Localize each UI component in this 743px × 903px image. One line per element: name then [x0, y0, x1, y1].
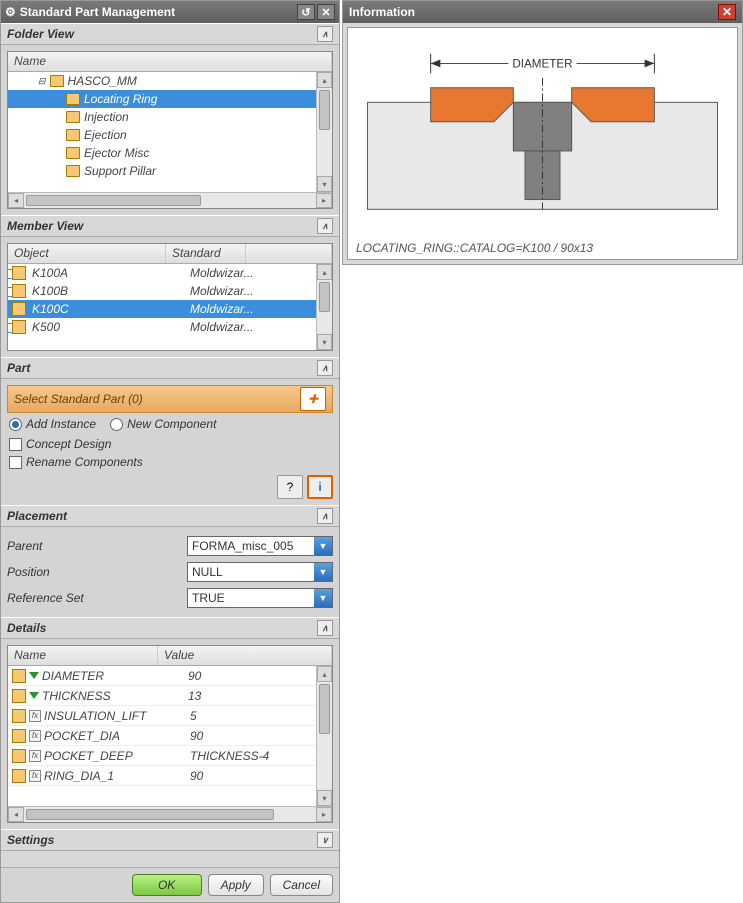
- triangle-down-icon: [29, 672, 39, 679]
- lock-icon: [12, 669, 26, 683]
- diagram-caption: LOCATING_RING::CATALOG=K100 / 90x13: [356, 241, 593, 255]
- detail-row[interactable]: DIAMETER90: [8, 666, 332, 686]
- apply-button[interactable]: Apply: [208, 874, 264, 896]
- cancel-button[interactable]: Cancel: [270, 874, 333, 896]
- details-vscroll[interactable]: ▴ ▾: [316, 666, 332, 806]
- expression-icon: fx: [29, 750, 41, 762]
- folder-icon: [66, 147, 80, 159]
- member-row[interactable]: K100AMoldwizar...: [8, 264, 332, 282]
- details-list[interactable]: DIAMETER90 THICKNESS13 fxINSULATION_LIFT…: [8, 666, 332, 806]
- close-button[interactable]: ✕: [317, 4, 335, 20]
- chevron-down-icon[interactable]: ∨: [317, 832, 333, 848]
- member-row[interactable]: K500Moldwizar...: [8, 318, 332, 336]
- select-standard-part[interactable]: Select Standard Part (0) ✚: [7, 385, 333, 413]
- standard-part-panel: ⚙ Standard Part Management ↺ ✕ Folder Vi…: [0, 0, 340, 903]
- information-panel: Information ✕ DIAMETER LOCATING_RING::CA…: [342, 0, 743, 265]
- chevron-down-icon: ▼: [314, 537, 332, 555]
- lock-icon: [12, 769, 26, 783]
- part-icon: [12, 302, 26, 316]
- detail-row[interactable]: fxPOCKET_DEEPTHICKNESS-4: [8, 746, 332, 766]
- titlebar: ⚙ Standard Part Management ↺ ✕: [1, 1, 339, 23]
- close-icon[interactable]: ✕: [718, 4, 736, 20]
- help-button[interactable]: ?: [277, 475, 303, 499]
- concept-design-check[interactable]: [9, 438, 22, 451]
- tree-vscroll[interactable]: ▴ ▾: [316, 72, 332, 192]
- member-grid-header: Object Standard: [8, 244, 332, 264]
- chevron-up-icon[interactable]: ∧: [317, 26, 333, 42]
- triangle-down-icon: [29, 692, 39, 699]
- part-icon: [12, 284, 26, 298]
- details-grid-header: Name Value: [8, 646, 332, 666]
- ok-button[interactable]: OK: [132, 874, 202, 896]
- member-vscroll[interactable]: ▴ ▾: [316, 264, 332, 350]
- part-icon: [12, 320, 26, 334]
- add-instance-radio[interactable]: [9, 418, 22, 431]
- part-diagram: DIAMETER: [348, 28, 737, 235]
- detail-row[interactable]: fxINSULATION_LIFT5: [8, 706, 332, 726]
- chevron-up-icon[interactable]: ∧: [317, 360, 333, 376]
- folder-icon: [50, 75, 64, 87]
- chevron-down-icon: ▼: [314, 563, 332, 581]
- part-header[interactable]: Part ∧: [1, 357, 339, 379]
- folder-view-header[interactable]: Folder View ∧: [1, 23, 339, 45]
- tree-node-root[interactable]: ⊟HASCO_MM: [8, 72, 332, 90]
- member-list[interactable]: K100AMoldwizar... K100BMoldwizar... K100…: [8, 264, 332, 350]
- details-header[interactable]: Details ∧: [1, 617, 339, 639]
- info-titlebar: Information ✕: [343, 1, 742, 23]
- member-row[interactable]: K100BMoldwizar...: [8, 282, 332, 300]
- tree-node-ejector-misc[interactable]: Ejector Misc: [8, 144, 332, 162]
- reset-button[interactable]: ↺: [297, 4, 315, 20]
- placement-header[interactable]: Placement ∧: [1, 505, 339, 527]
- part-icon: [12, 266, 26, 280]
- tree-hscroll[interactable]: ◂▸: [8, 192, 332, 208]
- folder-tree[interactable]: ⊟HASCO_MM Locating Ring Injection Ejecti…: [8, 72, 332, 192]
- tree-node-ejection[interactable]: Ejection: [8, 126, 332, 144]
- detail-row[interactable]: fxRING_DIA_190: [8, 766, 332, 786]
- folder-grid-header: Name: [8, 52, 332, 72]
- rename-components-check[interactable]: [9, 456, 22, 469]
- chevron-up-icon[interactable]: ∧: [317, 620, 333, 636]
- lock-icon: [12, 689, 26, 703]
- instance-mode: Add Instance New Component: [7, 413, 333, 435]
- new-component-radio[interactable]: [110, 418, 123, 431]
- expression-icon: fx: [29, 770, 41, 782]
- settings-header[interactable]: Settings ∨: [1, 829, 339, 851]
- details-hscroll[interactable]: ◂▸: [8, 806, 332, 822]
- expression-icon: fx: [29, 730, 41, 742]
- detail-row[interactable]: THICKNESS13: [8, 686, 332, 706]
- lock-icon: [12, 749, 26, 763]
- refset-combo[interactable]: TRUE▼: [187, 588, 333, 608]
- member-view-header[interactable]: Member View ∧: [1, 215, 339, 237]
- parent-combo[interactable]: FORMA_misc_005▼: [187, 536, 333, 556]
- detail-row[interactable]: fxPOCKET_DIA90: [8, 726, 332, 746]
- lock-icon: [12, 709, 26, 723]
- folder-icon: [66, 129, 80, 141]
- info-button[interactable]: i: [307, 475, 333, 499]
- expression-icon: fx: [29, 710, 41, 722]
- panel-title: Standard Part Management: [20, 5, 175, 19]
- tree-node-injection[interactable]: Injection: [8, 108, 332, 126]
- folder-icon: [66, 111, 80, 123]
- folder-icon: [66, 165, 80, 177]
- info-body: DIAMETER LOCATING_RING::CATALOG=K100 / 9…: [347, 27, 738, 260]
- dialog-buttons: OK Apply Cancel: [1, 867, 339, 902]
- svg-text:DIAMETER: DIAMETER: [512, 57, 572, 70]
- lock-icon: [12, 729, 26, 743]
- gear-icon: ⚙: [5, 5, 16, 19]
- tree-node-locating-ring[interactable]: Locating Ring: [8, 90, 332, 108]
- target-icon[interactable]: ✚: [300, 387, 326, 411]
- chevron-up-icon[interactable]: ∧: [317, 508, 333, 524]
- tree-node-support-pillar[interactable]: Support Pillar: [8, 162, 332, 180]
- chevron-up-icon[interactable]: ∧: [317, 218, 333, 234]
- position-combo[interactable]: NULL▼: [187, 562, 333, 582]
- member-row[interactable]: K100CMoldwizar...: [8, 300, 332, 318]
- chevron-down-icon: ▼: [314, 589, 332, 607]
- folder-icon: [66, 93, 80, 105]
